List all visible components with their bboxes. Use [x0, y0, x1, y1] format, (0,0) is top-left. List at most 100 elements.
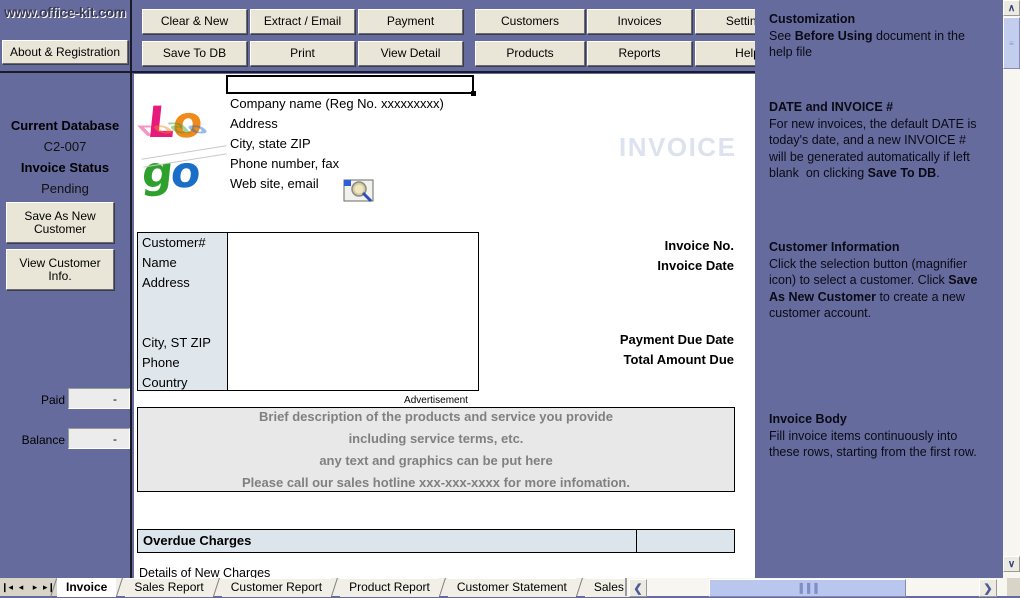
help-title-customization: Customization [769, 12, 856, 26]
customer-label-country: Country [142, 375, 188, 390]
customer-label-city-st-zip: City, ST ZIP [142, 335, 211, 350]
company-phone-fax: Phone number, fax [230, 156, 340, 171]
view-detail-button[interactable]: View Detail [358, 41, 463, 66]
selection-fill-handle[interactable] [471, 91, 476, 96]
customer-label-blank-1 [138, 293, 227, 313]
tab-customer-statement[interactable]: Customer Statement [447, 578, 576, 597]
overdue-charges-row: Overdue Charges [137, 529, 735, 553]
payment-button[interactable]: Payment [358, 9, 463, 34]
tab-customer-report[interactable]: Customer Report [221, 578, 332, 597]
balance-label: Balance [21, 433, 65, 447]
extract-email-button[interactable]: Extract / Email [250, 9, 355, 34]
help-title-date-invoice: DATE and INVOICE # [769, 100, 894, 114]
left-sidebar: Current Database C2-007 Invoice Status P… [0, 73, 130, 578]
paid-label: Paid [40, 393, 65, 407]
help-section-customization: Customization See Before Using document … [769, 11, 984, 61]
company-info-block: Company name (Reg No. xxxxxxxxx) Address… [230, 94, 560, 194]
customer-label-blank-2 [138, 313, 227, 333]
site-logo-text: www.office-kit.com [4, 4, 126, 20]
tab-separator [331, 578, 341, 596]
magnifier-icon[interactable] [343, 179, 375, 203]
advertisement-box[interactable]: Brief description of the products and se… [137, 407, 735, 492]
paid-value[interactable]: - [68, 388, 130, 409]
save-as-new-customer-button[interactable]: Save As New Customer [6, 202, 114, 243]
sidebar-divider [130, 73, 132, 578]
next-sheet-icon[interactable]: ▸ [28, 578, 42, 596]
help-body-date-invoice: For new invoices, the default DATE is to… [769, 116, 977, 181]
company-address: Address [230, 116, 278, 131]
main-toolbar: Clear & New Extract / Email Payment Cust… [134, 0, 800, 71]
sheet-tabs: Invoice Sales Report Customer Report Pro… [57, 578, 633, 597]
payment-due-date-label: Payment Due Date [619, 332, 734, 347]
company-web-email: Web site, email [230, 176, 319, 191]
invoices-button[interactable]: Invoices [587, 9, 692, 34]
current-database-label: Current Database [10, 118, 120, 133]
help-title-invoice-body: Invoice Body [769, 412, 847, 426]
horizontal-scrollbar[interactable]: ❮ ▐▐▐ ❯ [625, 578, 1007, 597]
first-sheet-icon[interactable]: ❙◂ [0, 578, 14, 596]
help-section-invoice-body: Invoice Body Fill invoice items continuo… [769, 411, 984, 461]
overdue-charges-label: Overdue Charges [137, 529, 637, 553]
invoice-no-label: Invoice No. [664, 238, 734, 253]
vertical-scrollbar[interactable]: ∧ ≡ ∨ [1003, 0, 1020, 578]
help-section-date-invoice: DATE and INVOICE # For new invoices, the… [769, 99, 984, 182]
advertisement-line-3: any text and graphics can be put here [319, 452, 553, 468]
help-title-customer-information: Customer Information [769, 240, 900, 254]
company-logo-image: Logo Logo [134, 98, 227, 198]
prev-sheet-icon[interactable]: ◂ [14, 578, 28, 596]
advertisement-line-2: including service terms, etc. [348, 430, 524, 446]
brand-panel: www.office-kit.com About & Registration [0, 0, 130, 73]
horizontal-scroll-thumb[interactable]: ▐▐▐ [709, 579, 906, 597]
about-and-registration-button[interactable]: About & Registration [2, 40, 128, 64]
company-city-state: City, state ZIP [230, 136, 311, 151]
products-button[interactable]: Products [475, 41, 585, 66]
clear-and-new-button[interactable]: Clear & New [142, 9, 247, 34]
customer-label-phone: Phone [142, 355, 180, 370]
tab-separator [212, 578, 222, 596]
balance-value[interactable]: - [68, 428, 130, 449]
save-to-db-button[interactable]: Save To DB [142, 41, 247, 66]
scroll-left-icon[interactable]: ❮ [629, 579, 647, 597]
help-body-invoice-body: Fill invoice items continuously into the… [769, 428, 977, 460]
advertisement-line-4: Please call our sales hotline xxx-xxx-xx… [242, 474, 630, 490]
customer-number-input[interactable] [226, 75, 474, 94]
help-body-customer-information: Click the selection button (magnifier ic… [769, 256, 978, 321]
customer-info-box: Customer# Name Address City, ST ZIP Phon… [137, 232, 479, 391]
tab-separator [575, 578, 585, 596]
total-amount-due-label: Total Amount Due [623, 352, 735, 367]
current-database-value: C2-007 [43, 139, 87, 154]
details-of-new-charges-label: Details of New Charges [139, 566, 271, 578]
company-name-line: Company name (Reg No. xxxxxxxxx) [230, 96, 444, 111]
print-button[interactable]: Print [250, 41, 355, 66]
customer-label-name: Name [142, 255, 177, 270]
invoice-watermark-text: INVOICE [619, 132, 737, 162]
view-customer-info-button[interactable]: View Customer Info. [6, 249, 114, 290]
advertisement-caption: Advertisement [404, 395, 468, 406]
help-body-customization: See Before Using document in the help fi… [769, 28, 965, 60]
tab-sales-report[interactable]: Sales Report [125, 578, 213, 597]
tab-separator [116, 578, 126, 596]
vertical-scroll-thumb[interactable]: ≡ [1003, 17, 1020, 69]
customer-value-column[interactable] [229, 233, 479, 390]
sheet-nav-buttons[interactable]: ❙◂ ◂ ▸ ▸❙ [0, 578, 56, 596]
invoice-status-value: Pending [41, 181, 89, 196]
customer-label-column: Customer# Name Address City, ST ZIP Phon… [138, 233, 228, 390]
help-panel: Customization See Before Using document … [755, 0, 995, 578]
invoice-status-label: Invoice Status [20, 160, 110, 175]
overdue-charges-value[interactable] [637, 529, 735, 553]
scroll-right-icon[interactable]: ❯ [979, 579, 997, 597]
customer-label-customer-number: Customer# [142, 235, 206, 250]
scroll-up-icon[interactable]: ∧ [1003, 0, 1020, 16]
customers-button[interactable]: Customers [475, 9, 585, 34]
brand-vertical-divider [130, 0, 132, 73]
tab-invoice[interactable]: Invoice [57, 578, 117, 597]
help-section-customer-information: Customer Information Click the selection… [769, 239, 984, 322]
reports-button[interactable]: Reports [587, 41, 692, 66]
customer-label-address: Address [142, 275, 190, 290]
scrollbar-gutter-strip [995, 0, 1003, 578]
tab-product-report[interactable]: Product Report [340, 578, 439, 597]
scroll-down-icon[interactable]: ∨ [1003, 556, 1020, 572]
advertisement-line-1: Brief description of the products and se… [259, 408, 613, 424]
invoice-date-label: Invoice Date [657, 258, 734, 273]
invoice-sheet[interactable]: Logo Logo Company name (Reg No. xxxxxxxx… [134, 74, 755, 578]
